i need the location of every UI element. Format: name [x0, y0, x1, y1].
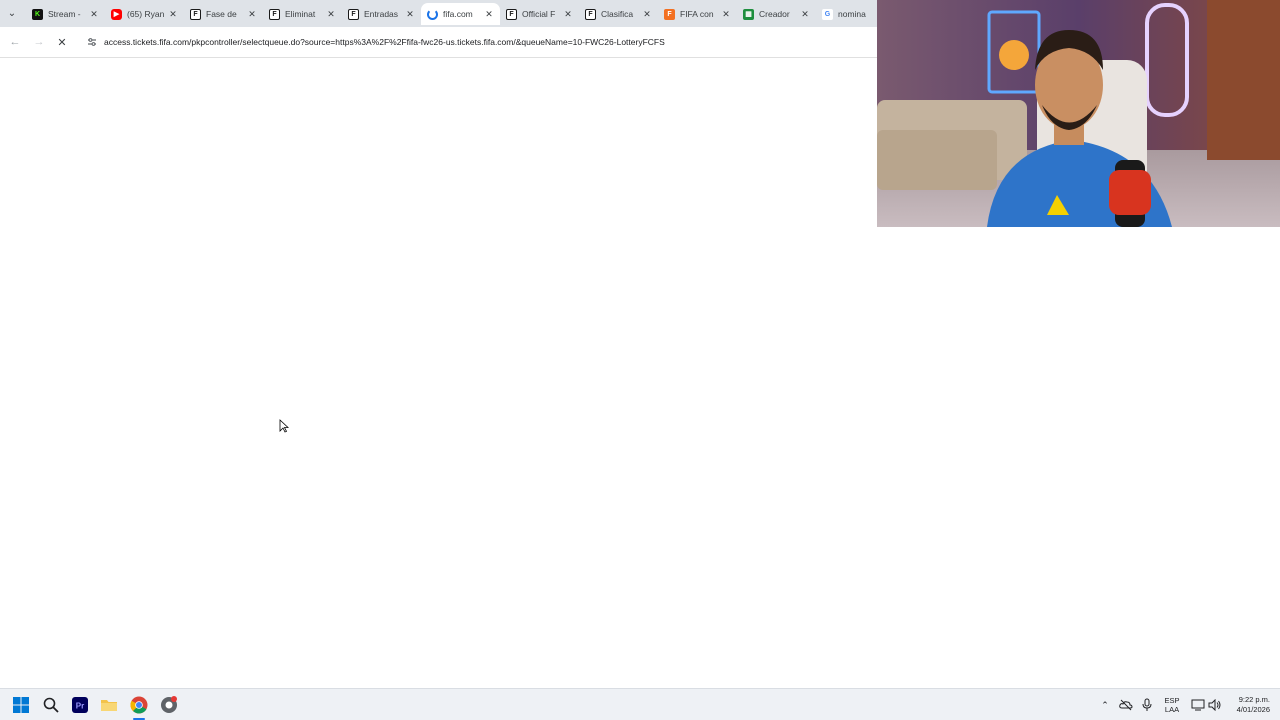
site-info-icon[interactable] [86, 36, 97, 47]
close-icon[interactable]: ✕ [166, 9, 180, 20]
keyboard-layout: LAA [1164, 705, 1180, 714]
system-clock[interactable]: 9:22 p.m. 4/01/2026 [1226, 695, 1270, 715]
search-icon[interactable] [41, 695, 61, 715]
google-icon: G [822, 8, 833, 20]
close-icon[interactable]: ✕ [640, 9, 654, 20]
svg-text:Pr: Pr [76, 702, 84, 711]
tab-official-fifa[interactable]: F Official F ✕ [500, 3, 579, 25]
close-icon[interactable]: ✕ [561, 9, 575, 20]
file-explorer-icon[interactable] [99, 695, 119, 715]
windows-start-icon[interactable] [11, 695, 31, 715]
close-icon[interactable]: ✕ [403, 9, 417, 20]
tab-strip: ⌄ K Stream - ✕ ▶ (65) Ryan ✕ F Fase de ✕… [0, 0, 878, 27]
mouse-cursor-icon [279, 419, 289, 433]
tab-title: Creador [759, 9, 790, 19]
fifa-f-icon: F [190, 8, 201, 20]
fifa-f-icon: F [269, 8, 280, 20]
close-icon[interactable]: ✕ [245, 9, 259, 20]
chevron-up-icon[interactable]: ⌃ [1095, 695, 1115, 715]
close-icon[interactable]: ✕ [482, 9, 496, 20]
tab-entradas[interactable]: F Entradas ✕ [342, 3, 421, 25]
close-icon[interactable]: ✕ [87, 9, 101, 20]
windows-taskbar: Pr ⌃ ESP LAA 9:22 p.m. 4/01/2026 [0, 688, 1280, 720]
tab-creador[interactable]: ▦ Creador ✕ [737, 3, 816, 25]
tab-title: (65) Ryan [127, 9, 165, 19]
tab-title: FIFA con [680, 9, 714, 19]
tab-title: Eliminat [285, 9, 316, 19]
chrome-dev-icon[interactable] [159, 695, 179, 715]
tab-title: fifa.com [443, 9, 473, 19]
address-bar-url[interactable]: access.tickets.fifa.com/pkpcontroller/se… [104, 37, 665, 47]
tab-stream[interactable]: K Stream - ✕ [26, 3, 105, 25]
tab-title: Fase de [206, 9, 237, 19]
tab-list: K Stream - ✕ ▶ (65) Ryan ✕ F Fase de ✕ F… [26, 3, 895, 25]
loading-spinner-icon [427, 8, 438, 20]
tab-title: Entradas [364, 9, 399, 19]
close-icon[interactable]: ✕ [324, 9, 338, 20]
fifa-f-icon: F [348, 8, 359, 20]
tab-clasificacion[interactable]: F Clasifica ✕ [579, 3, 658, 25]
tab-fifa-con[interactable]: F FIFA con ✕ [658, 3, 737, 25]
fifa-f-icon: F [506, 8, 517, 20]
volume-icon[interactable] [1205, 695, 1225, 715]
fifa-f-icon: F [585, 8, 596, 20]
close-icon[interactable]: ✕ [719, 9, 733, 20]
back-arrow-icon[interactable]: ← [7, 34, 23, 50]
input-language-indicator[interactable]: ESP LAA [1160, 696, 1184, 714]
tab-search-chevron-icon[interactable]: ⌄ [4, 5, 20, 21]
forward-arrow-icon[interactable]: → [31, 34, 47, 50]
webcam-streamer-image [877, 0, 1280, 227]
microphone-icon[interactable] [1137, 695, 1157, 715]
stop-loading-icon[interactable]: ✕ [54, 34, 70, 50]
chrome-icon[interactable] [129, 695, 149, 715]
language-code: ESP [1164, 696, 1180, 705]
webcam-overlay [877, 0, 1280, 227]
tab-title: Stream - [48, 9, 81, 19]
onedrive-offline-icon[interactable] [1116, 695, 1136, 715]
tab-fifa-com-active[interactable]: fifa.com ✕ [421, 3, 500, 25]
clock-time: 9:22 p.m. [1238, 695, 1270, 704]
kick-icon: K [32, 8, 43, 20]
sheets-icon: ▦ [743, 8, 754, 20]
premiere-pro-icon[interactable]: Pr [70, 695, 90, 715]
clock-date: 4/01/2026 [1236, 705, 1270, 714]
browser-toolbar: ← → ✕ access.tickets.fifa.com/pkpcontrol… [0, 27, 878, 58]
tab-title: Official F [522, 9, 556, 19]
tab-eliminatorias[interactable]: F Eliminat ✕ [263, 3, 342, 25]
close-icon[interactable]: ✕ [798, 9, 812, 20]
tab-youtube[interactable]: ▶ (65) Ryan ✕ [105, 3, 184, 25]
tab-fase-de[interactable]: F Fase de ✕ [184, 3, 263, 25]
fifa-orange-icon: F [664, 8, 675, 20]
tab-title: Clasifica [601, 9, 634, 19]
youtube-icon: ▶ [111, 8, 122, 20]
